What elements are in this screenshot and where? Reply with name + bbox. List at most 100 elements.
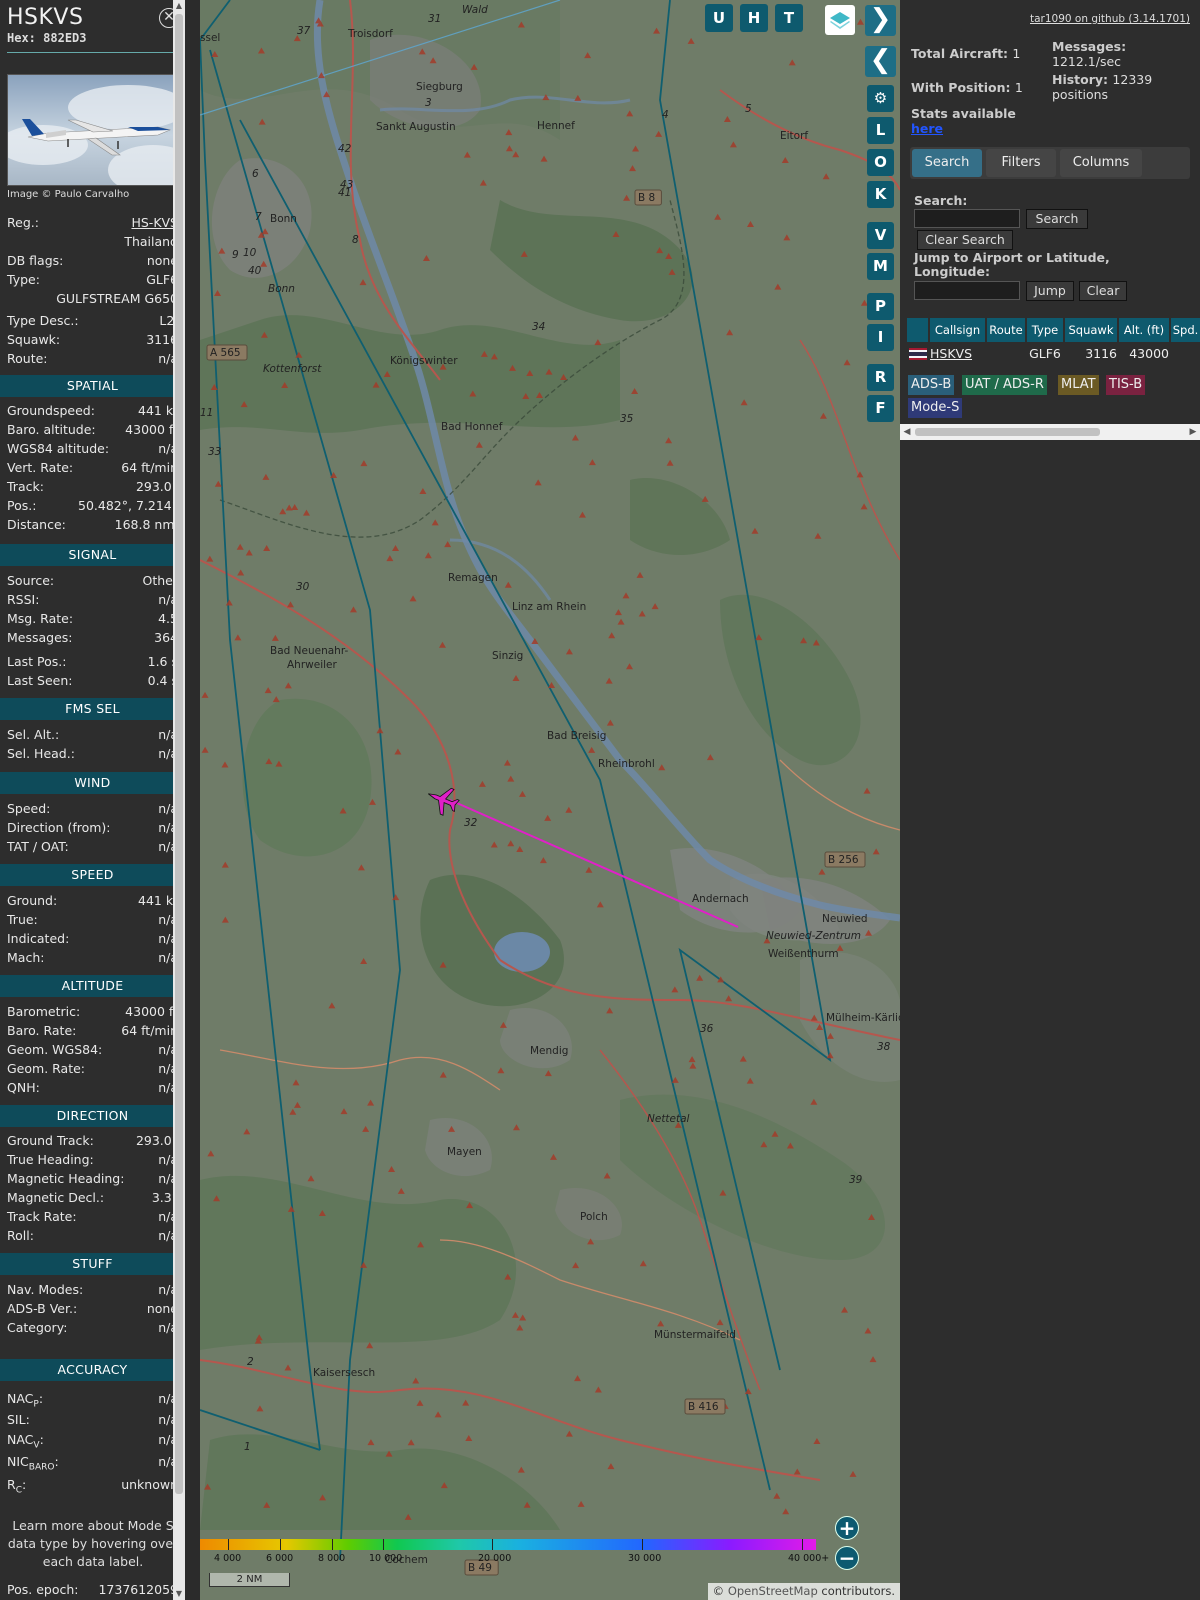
info-row-direction: Ground Track: 293.0° (7, 1133, 178, 1148)
legend-label: 8 000 (318, 1553, 346, 1564)
info-row-speed: True: n/a (7, 912, 178, 927)
info-row-nacp: NACP: n/a (7, 1391, 178, 1410)
info-row-sil: SIL: n/a (7, 1412, 178, 1427)
altitude-color-legend (200, 1539, 816, 1550)
map-button-m[interactable]: M (867, 253, 894, 280)
map-button-k[interactable]: K (867, 181, 894, 208)
table-cell-callsign[interactable]: HSKVS (930, 344, 985, 364)
clear-jump-button[interactable]: Clear (1079, 281, 1127, 301)
road-number-label: 5 (745, 103, 752, 115)
prev-arrow-icon[interactable]: ❮ (865, 46, 896, 77)
table-header-callsign[interactable]: Callsign (930, 318, 985, 342)
table-header-alt-ft[interactable]: Alt. (ft) (1119, 318, 1169, 342)
road-number-label: 37 (297, 25, 311, 37)
aircraft-callsign-title: HSKVS (7, 5, 84, 30)
info-row-direction: Magnetic Heading: n/a (7, 1171, 178, 1186)
badge-mlat[interactable]: MLAT (1058, 375, 1099, 395)
legend-label: 30 000 (628, 1553, 662, 1564)
country-value: Thailand (124, 234, 178, 249)
legend-label: 40 000+ (788, 1553, 830, 1564)
road-number-label: 34 (532, 321, 545, 333)
map-place-label: Mülheim-Kärlich (826, 1012, 900, 1024)
history-stat: History: 12339 positions (1052, 72, 1153, 102)
aircraft-photo[interactable] (7, 74, 178, 186)
zoom-in-button[interactable]: + (835, 1516, 859, 1540)
info-row-altitude: Geom. WGS84: n/a (7, 1042, 178, 1057)
next-arrow-icon[interactable]: ❯ (865, 5, 896, 36)
scroll-left-arrow-icon[interactable]: ◀ (900, 424, 914, 440)
info-row-wind: Speed: n/a (7, 801, 178, 816)
openstreetmap-link[interactable]: OpenStreetMap (728, 1584, 818, 1598)
info-row-signal: Last Seen: 0.4 s (7, 673, 178, 688)
road-number-label: 40 (248, 265, 262, 277)
info-panel-scrollbar[interactable]: ▲ ▼ (173, 0, 185, 1600)
road-number-label: 9 (232, 249, 239, 261)
aircraft-jet-icon (22, 119, 171, 156)
registration-link[interactable]: HS-KVS (131, 213, 178, 232)
hex-label: Hex: (7, 31, 36, 45)
section-header-speed: SPEED (0, 864, 185, 886)
map-button-p[interactable]: P (867, 293, 894, 320)
map-view[interactable]: Troisdorf Siegburg Sankt Augustin Hennef Eit… (200, 0, 900, 1600)
zoom-out-button[interactable]: − (835, 1546, 859, 1570)
road-number-label: 33 (208, 446, 221, 458)
scroll-right-arrow-icon[interactable]: ▶ (1186, 424, 1200, 440)
hscroll-thumb[interactable] (915, 428, 1100, 436)
badge-tisb[interactable]: TIS-B (1106, 375, 1146, 395)
table-header-squawk[interactable]: Squawk (1065, 318, 1117, 342)
map-button-v[interactable]: V (867, 222, 894, 249)
map-button-f[interactable]: F (867, 395, 894, 422)
badge-adsb[interactable]: ADS-B (908, 375, 955, 395)
scroll-up-arrow-icon[interactable]: ▲ (173, 0, 185, 12)
map-button-u[interactable]: U (705, 4, 733, 32)
map-place-label: Sankt Augustin (376, 121, 456, 133)
road-number-label: 43 (340, 179, 353, 191)
image-credit: Image © Paulo Carvalho (7, 189, 130, 200)
settings-gear-icon[interactable]: ⚙ (867, 85, 894, 112)
info-row-signal: Source: Other (7, 573, 178, 588)
map-button-t[interactable]: T (775, 4, 803, 32)
badge-mode-s[interactable]: Mode-S (908, 398, 963, 418)
map-place-label: Mayen (447, 1146, 482, 1158)
clear-search-button[interactable]: Clear Search (917, 230, 1013, 250)
scroll-thumb[interactable] (175, 14, 183, 1494)
github-link[interactable]: tar1090 on github (3.14.1701) (1030, 13, 1190, 25)
jump-input[interactable] (914, 281, 1020, 300)
badge-uat-adsr[interactable]: UAT / ADS-R (962, 375, 1047, 395)
stats-here-link[interactable]: here (911, 121, 943, 136)
map-button-h[interactable]: H (740, 4, 768, 32)
table-header-type[interactable]: Type (1027, 318, 1063, 342)
search-button[interactable]: Search (1026, 209, 1088, 229)
map-button-l[interactable]: L (867, 117, 894, 144)
search-input[interactable] (914, 209, 1020, 228)
jump-button[interactable]: Jump (1026, 281, 1074, 301)
road-number-label: 31 (428, 13, 441, 25)
map-button-i[interactable]: I (867, 324, 894, 351)
tab-filters[interactable]: Filters (986, 149, 1056, 177)
map-place-label: Remagen (448, 572, 498, 584)
map-place-label: Kottenforst (263, 363, 322, 375)
map-canvas[interactable]: Troisdorf Siegburg Sankt Augustin Hennef Eit… (200, 0, 900, 1600)
map-place-label: Siegburg (416, 81, 463, 93)
legend-tick (492, 1539, 493, 1550)
road-label: A 565 (210, 347, 241, 359)
section-header-altitude: ALTITUDE (0, 975, 185, 997)
table-cell-route (987, 344, 1025, 364)
info-row-wind: TAT / OAT: n/a (7, 839, 178, 854)
info-row-signal: Last Pos.: 1.6 s (7, 654, 178, 669)
tab-columns[interactable]: Columns (1060, 149, 1142, 177)
info-row-altitude: QNH: n/a (7, 1080, 178, 1095)
table-horizontal-scrollbar[interactable]: ◀ ▶ (900, 424, 1200, 440)
total-aircraft: Total Aircraft: 1 (911, 46, 1021, 61)
layers-icon[interactable] (825, 5, 855, 35)
info-row-dbflags: DB flags: none (7, 253, 178, 268)
table-header-route[interactable]: Route (987, 318, 1025, 342)
table-header-spd[interactable]: Spd. (1171, 318, 1200, 342)
info-row-rc: RC: unknown (7, 1477, 178, 1496)
map-place-label: Bad Neuenahr- (270, 645, 348, 657)
legend-tick (642, 1539, 643, 1550)
tab-search[interactable]: Search (912, 149, 982, 177)
map-button-o[interactable]: O (867, 149, 894, 176)
scroll-down-arrow-icon[interactable]: ▼ (173, 1588, 185, 1600)
map-button-r[interactable]: R (867, 364, 894, 391)
